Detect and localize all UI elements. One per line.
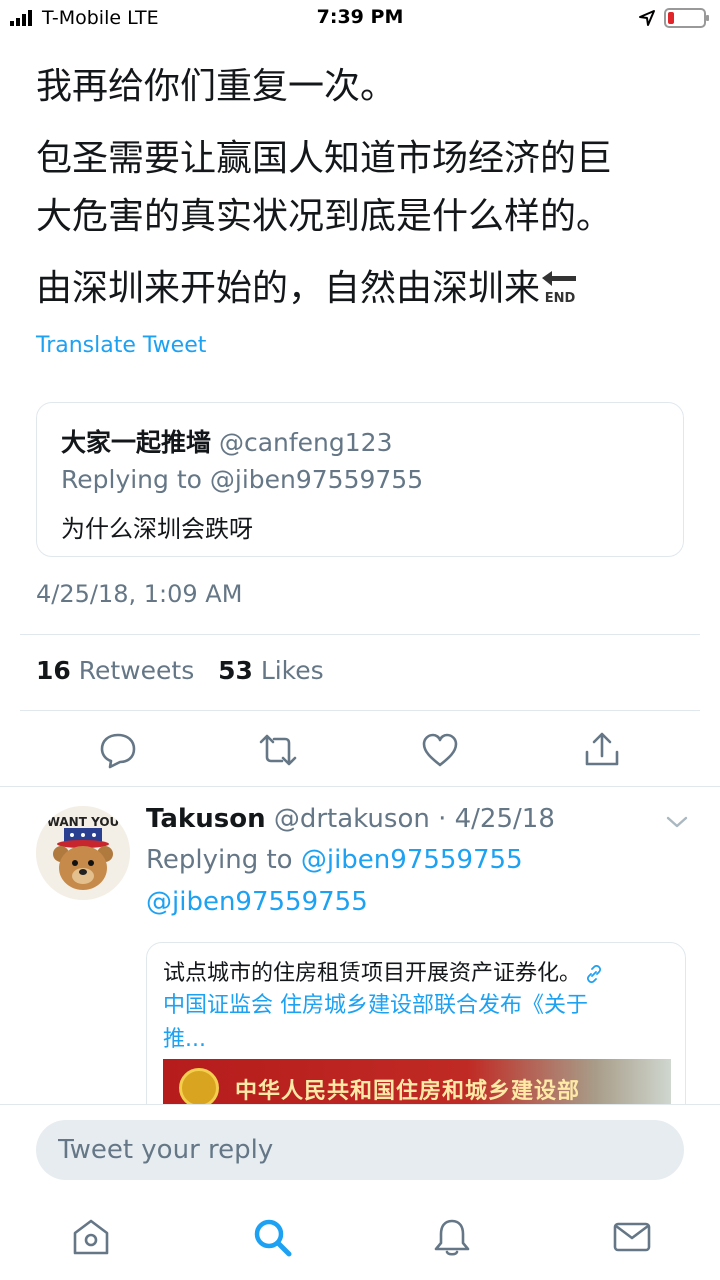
divider — [20, 710, 700, 711]
reply-replying-to: Replying to @jiben97559755 — [146, 845, 523, 875]
reply-mention-link[interactable]: @jiben97559755 — [146, 887, 368, 917]
search-icon[interactable] — [251, 1216, 293, 1258]
location-arrow-icon — [639, 10, 655, 26]
link-card-description: 中国证监会 住房城乡建设部联合发布《关于 — [163, 993, 588, 1018]
retweet-icon[interactable] — [258, 730, 298, 770]
divider — [20, 634, 700, 635]
quoted-author-handle: @canfeng123 — [218, 428, 393, 457]
likes-count: 53 — [218, 656, 253, 685]
link-card-description: 推... — [163, 1027, 206, 1052]
chevron-down-icon[interactable] — [666, 814, 688, 830]
tweet-reply-input[interactable] — [36, 1120, 684, 1180]
end-arrow-icon: END — [542, 271, 577, 306]
status-bar: T-Mobile LTE 7:39 PM — [0, 0, 720, 36]
home-icon[interactable] — [70, 1216, 112, 1258]
replying-prefix: Replying to — [146, 845, 293, 875]
avatar-caption: WANT YOU — [47, 815, 120, 829]
tweet-text-line-4: 由深圳来开始的，自然由深圳来 END — [36, 264, 580, 314]
notifications-bell-icon[interactable] — [431, 1216, 473, 1258]
like-heart-icon[interactable] — [420, 730, 460, 770]
tweet-text-line: 大危害的真实状况到底是什么样的。 — [36, 196, 613, 237]
tweet-text-line: 由深圳来开始的，自然由深圳来 — [36, 268, 541, 309]
tweet-text-line: 包圣需要让赢国人知道市场经济的巨 — [36, 138, 613, 179]
link-card-banner-text: 中华人民共和国住房和城乡建设部 — [235, 1079, 581, 1104]
reply-icon[interactable] — [98, 730, 138, 770]
reply-author-name[interactable]: Takuson — [146, 804, 266, 834]
avatar[interactable]: WANT YOU — [36, 806, 130, 900]
tweet-timestamp: 4/25/18, 1:09 AM — [36, 580, 243, 608]
retweets-count: 16 — [36, 656, 71, 685]
quoted-tweet-card[interactable]: 大家一起推墙 @canfeng123 Replying to @jiben975… — [36, 402, 684, 557]
reply-header: Takuson @drtakuson · 4/25/18 — [146, 804, 555, 834]
messages-envelope-icon[interactable] — [611, 1216, 653, 1258]
link-card-title: 试点城市的住房租赁项目开展资产证券化。 — [163, 955, 603, 987]
replying-handle-link[interactable]: @jiben97559755 — [301, 845, 523, 875]
end-icon-label: END — [545, 291, 576, 306]
national-emblem-icon — [179, 1068, 219, 1108]
likes-stat[interactable]: 53 Likes — [218, 656, 324, 685]
teddy-bear-avatar-icon: WANT YOU — [36, 806, 130, 900]
quoted-author-name: 大家一起推墙 — [61, 428, 212, 457]
likes-label: Likes — [260, 656, 324, 685]
quoted-tweet-header: 大家一起推墙 @canfeng123 — [61, 423, 393, 459]
retweets-stat[interactable]: 16 Retweets — [36, 656, 194, 685]
retweets-label: Retweets — [78, 656, 195, 685]
battery-icon — [664, 8, 709, 28]
share-icon[interactable] — [582, 730, 622, 770]
divider — [0, 786, 720, 787]
link-icon — [586, 965, 602, 983]
quoted-replying-to: Replying to @jiben97559755 — [61, 465, 424, 494]
tweet-stats: 16 Retweets 53 Likes — [36, 656, 324, 685]
reply-author-meta: @drtakuson · 4/25/18 — [273, 804, 555, 834]
translate-tweet-link[interactable]: Translate Tweet — [36, 333, 206, 358]
status-time: 7:39 PM — [316, 6, 404, 28]
link-card-title-text: 试点城市的住房租赁项目开展资产证券化。 — [163, 961, 582, 986]
quoted-tweet-text: 为什么深圳会跌呀 — [61, 515, 253, 543]
tweet-text-line: 我再给你们重复一次。 — [36, 66, 397, 107]
